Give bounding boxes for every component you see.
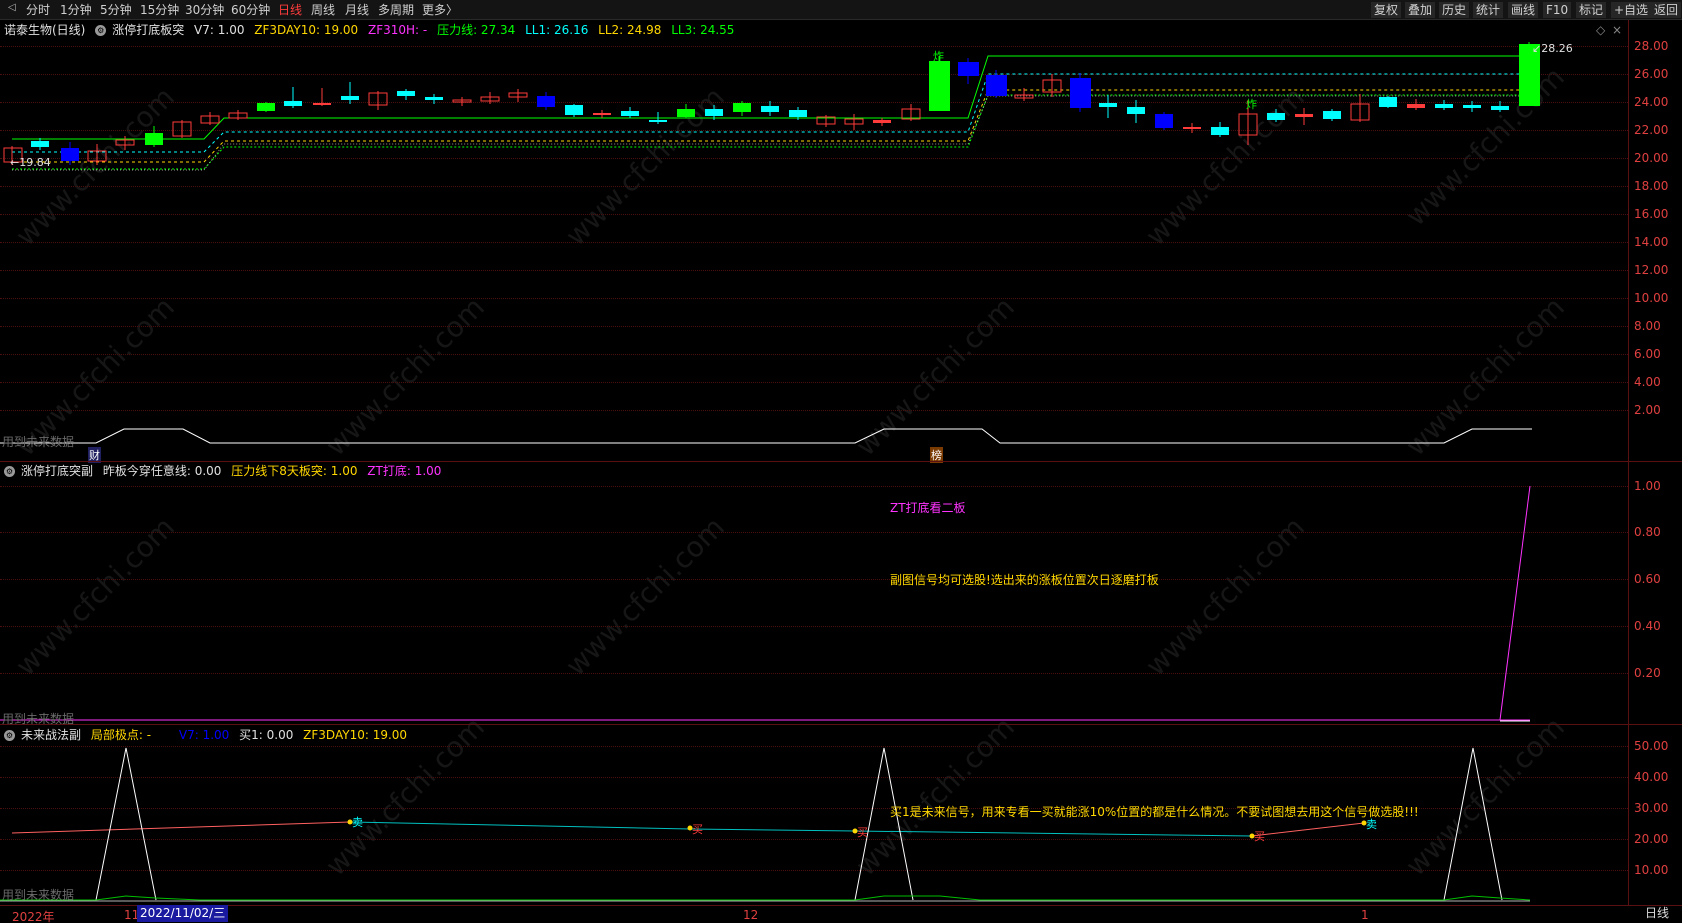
candle: [761, 106, 779, 112]
extreme-spike: [95, 747, 157, 901]
candle: [31, 141, 49, 147]
buy-tag: 买: [692, 823, 703, 836]
y-label: 8.00: [1634, 319, 1661, 333]
y-label: 1.00: [1634, 479, 1661, 493]
y-label: 50.00: [1634, 739, 1669, 753]
future-data-label: 用到未来数据: [2, 888, 75, 902]
sub1-note-1: ZT打底看二板: [890, 501, 966, 515]
y-label: 28.00: [1634, 39, 1669, 53]
candle: [789, 110, 807, 117]
zha-tag: 炸: [933, 50, 944, 63]
pressure-line: [12, 55, 1528, 140]
x-label-dec: 12: [743, 908, 759, 922]
sub1-chart[interactable]: [0, 462, 1628, 724]
y-label: 12.00: [1634, 263, 1669, 277]
y-label: 22.00: [1634, 123, 1669, 137]
max-price-label: ↙28.26: [1532, 42, 1573, 55]
y-label: 2.00: [1634, 403, 1661, 417]
candle: [649, 120, 667, 122]
y-label: 20.00: [1634, 832, 1669, 846]
candle: [257, 103, 275, 111]
candle: [1211, 127, 1229, 135]
candle: [1295, 114, 1313, 117]
candle: [1155, 114, 1173, 128]
candle: [1435, 104, 1453, 108]
y-label: 14.00: [1634, 235, 1669, 249]
candle: [1267, 113, 1285, 120]
y-label: 24.00: [1634, 95, 1669, 109]
sub2-note: 买1是未来信号，用来专看一买就能涨10%位置的都是什么情况。不要试图想去用这个信…: [890, 805, 1419, 819]
x-label-year: 2022年: [12, 910, 55, 923]
back-button[interactable]: 返回: [1651, 2, 1682, 18]
trend-line-red: [11, 821, 351, 834]
candle: [593, 113, 611, 115]
sell-tag: 卖: [352, 816, 363, 829]
zf-base-line: [0, 895, 1531, 901]
candle: [145, 133, 163, 145]
candle: [397, 91, 415, 96]
candle: [1070, 78, 1091, 108]
candle: [621, 111, 639, 116]
candlestick-chart[interactable]: [0, 0, 1628, 462]
buy-tag: 买: [857, 826, 868, 839]
candle: [313, 103, 331, 105]
candle: [986, 75, 1007, 96]
trend-line-cyan: [349, 821, 1253, 837]
candle: [733, 103, 751, 112]
y-label: 26.00: [1634, 67, 1669, 81]
y-label: 30.00: [1634, 801, 1669, 815]
candle: [537, 96, 555, 107]
min-price-value: 19.84: [19, 156, 51, 169]
ll2-line: [12, 89, 1528, 163]
candle: [565, 105, 583, 115]
zha-tag: 炸: [1246, 98, 1257, 111]
candle: [677, 109, 695, 117]
y-label: 4.00: [1634, 375, 1661, 389]
x-label-jan: 1: [1361, 908, 1369, 922]
candle: [1323, 111, 1341, 119]
y-label: 20.00: [1634, 151, 1669, 165]
buy-tag: 买: [1254, 830, 1265, 843]
y-axis-separator: [1628, 20, 1629, 905]
max-price-value: 28.26: [1541, 42, 1573, 55]
candle: [705, 109, 723, 116]
candle: [873, 120, 891, 123]
trend-line-red-2: [1251, 822, 1365, 837]
period-label[interactable]: 日线: [1645, 905, 1669, 922]
y-label: 40.00: [1634, 770, 1669, 784]
y-label: 0.80: [1634, 525, 1661, 539]
candle: [61, 148, 79, 161]
candle: [929, 61, 950, 111]
min-price-label: ←19.84: [10, 156, 51, 169]
zt-signal-line: [1499, 485, 1531, 721]
cursor-date-box: 2022/11/02/三: [137, 905, 229, 922]
y-label: 10.00: [1634, 291, 1669, 305]
x-axis: 2022年 11 12 1: [0, 905, 1682, 923]
candle: [284, 101, 302, 106]
signal-step-line: [0, 428, 1532, 444]
y-label: 6.00: [1634, 347, 1661, 361]
candle: [1491, 106, 1509, 110]
y-label: 18.00: [1634, 179, 1669, 193]
y-label: 0.40: [1634, 619, 1661, 633]
candle: [1183, 127, 1201, 129]
future-data-label: 用到未来数据: [2, 435, 75, 449]
y-label: 10.00: [1634, 863, 1669, 877]
candle: [1127, 107, 1145, 114]
candle: [1407, 104, 1425, 108]
candle: [341, 96, 359, 100]
candle: [1463, 105, 1481, 108]
y-label: 0.60: [1634, 572, 1661, 586]
sub1-note-2: 副图信号均可选股!选出来的涨板位置次日逐磨打板: [890, 573, 1159, 587]
candle: [958, 62, 979, 76]
y-label: 0.20: [1634, 666, 1661, 680]
candle: [1379, 97, 1397, 107]
y-label: 16.00: [1634, 207, 1669, 221]
candle: [1099, 103, 1117, 107]
candle: [425, 97, 443, 100]
extreme-spike: [1443, 747, 1503, 901]
